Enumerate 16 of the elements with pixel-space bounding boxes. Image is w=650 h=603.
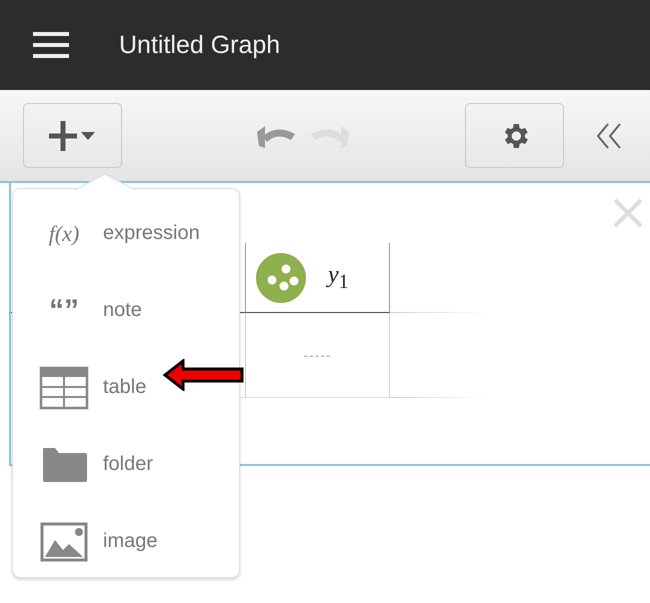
settings-button[interactable] — [465, 103, 564, 168]
quote-icon: “” — [39, 294, 89, 328]
image-icon — [39, 522, 89, 562]
graph-title: Untitled Graph — [119, 30, 280, 60]
menu-item[interactable]: f(x) expression — [13, 195, 239, 272]
function-icon: f(x) — [39, 220, 89, 246]
menu-item[interactable]: image — [13, 503, 239, 580]
menu-icon[interactable] — [33, 31, 69, 59]
menu-item[interactable]: folder — [13, 426, 239, 503]
add-item-button[interactable] — [23, 103, 122, 168]
menu-item[interactable]: table — [13, 349, 239, 426]
plus-dropdown-icon — [48, 118, 96, 152]
column-header: y$_{1}$ — [328, 262, 349, 294]
menu-item[interactable]: “” note — [13, 272, 239, 349]
table-icon — [39, 366, 89, 410]
table-input-cell[interactable]: ----- — [246, 313, 390, 398]
